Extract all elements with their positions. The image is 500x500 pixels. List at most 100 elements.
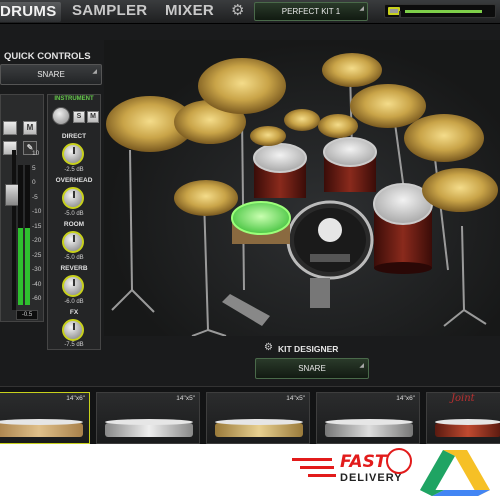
kit-preset-dropdown[interactable]: PERFECT KIT 1 ◢	[254, 2, 368, 21]
fader-scale-label: -15	[32, 222, 42, 230]
snare-slot-size: 14"x6"	[396, 395, 415, 402]
top-nav-bar: DRUMS SAMPLER MIXER ⚙ PERFECT KIT 1 ◢	[0, 0, 500, 24]
snare-drum-selected[interactable]	[231, 201, 291, 244]
knob-label-overhead: OVERHEAD	[55, 177, 93, 184]
knob-label-reverb: REVERB	[60, 265, 88, 272]
fader-scale-label: -20	[32, 237, 42, 244]
rack-tom-1[interactable]	[253, 143, 307, 198]
china-cymbal-top[interactable]	[322, 53, 382, 87]
snare-brand-logo: Joint	[451, 393, 475, 404]
instrument-knob[interactable]	[52, 107, 70, 125]
fader-scale-label: -10	[32, 208, 42, 215]
stopwatch-icon	[386, 448, 412, 474]
tab-sampler[interactable]: SAMPLER	[72, 2, 147, 22]
floor-tom[interactable]	[373, 183, 433, 274]
fast-label: FAST	[340, 452, 387, 472]
google-drive-icon	[420, 450, 490, 496]
kick-logo-icon	[318, 218, 342, 242]
fader-track	[12, 150, 16, 310]
tab-drums[interactable]: DRUMS	[0, 2, 61, 22]
volume-level-fill	[405, 10, 483, 13]
snare-slot-size: 14"x6"	[66, 395, 85, 402]
snare-thumbnail	[105, 423, 193, 437]
snare-slot-4[interactable]: 14"x6"	[316, 392, 420, 444]
snare-head-thumbnail	[325, 419, 413, 425]
fader-scale-label: -5	[32, 193, 38, 201]
speed-line	[300, 466, 334, 469]
quick-controls-selected: SNARE	[37, 70, 65, 79]
chevron-down-icon: ◢	[359, 6, 364, 12]
splash-cymbal-1[interactable]	[250, 126, 286, 146]
snare-slot-size: 14"x5"	[176, 395, 195, 402]
channel-mute-button[interactable]: M	[23, 121, 37, 135]
drum-kit-stage	[104, 40, 500, 337]
mute-button[interactable]: M	[87, 111, 99, 123]
fader-scale-label: -60	[32, 295, 42, 302]
delivery-label: DELIVERY	[340, 472, 403, 484]
channel-button-left[interactable]	[3, 121, 17, 135]
chevron-down-icon: ◢	[359, 363, 364, 369]
fader-scale-label: 10	[32, 150, 40, 157]
snare-head-thumbnail	[215, 419, 303, 425]
snare-thumbnail	[215, 423, 303, 437]
crash-cymbal-right-2[interactable]	[404, 114, 484, 162]
volume-slider-handle[interactable]	[388, 7, 401, 18]
chevron-down-icon: ◢	[92, 69, 97, 75]
snare-head-thumbnail	[105, 419, 193, 425]
solo-button[interactable]: S	[73, 111, 85, 123]
snare-slot-2[interactable]: 14"x5"	[96, 392, 200, 444]
overhead-knob[interactable]	[62, 187, 84, 209]
fader-handle[interactable]	[5, 184, 19, 206]
room-value: -5.0 dB	[64, 255, 84, 261]
room-knob[interactable]	[62, 231, 84, 253]
fx-knob[interactable]	[62, 319, 84, 341]
rack-tom-2[interactable]	[323, 137, 377, 192]
kit-designer-selected: SNARE	[298, 364, 326, 373]
instrument-label: INSTRUMENT	[54, 96, 94, 102]
gear-icon[interactable]: ⚙	[231, 3, 247, 19]
knob-label-fx: FX	[69, 309, 79, 316]
splash-cymbal-3[interactable]	[318, 114, 358, 138]
snare-slot-5[interactable]: Joint	[426, 392, 500, 444]
knob-label-direct: DIRECT	[61, 133, 87, 140]
snare-slot-3[interactable]: 14"x5"	[206, 392, 310, 444]
snare-thumbnail	[435, 423, 500, 437]
snare-head-thumbnail	[435, 419, 500, 425]
kick-drum[interactable]	[286, 200, 374, 280]
ride-cymbal[interactable]	[198, 58, 286, 114]
drum-kit-illustration	[106, 53, 498, 337]
fader-scale-label: -30	[32, 266, 42, 273]
kit-designer-dropdown[interactable]: SNARE ◢	[255, 358, 369, 379]
kit-designer-title: KIT DESIGNER	[278, 344, 339, 354]
hihat-pedal[interactable]	[222, 294, 270, 326]
meter-fill	[18, 228, 23, 305]
reverb-knob[interactable]	[62, 275, 84, 297]
meter-fill	[25, 228, 30, 305]
direct-knob[interactable]	[62, 143, 84, 165]
snare-thumbnail	[325, 423, 413, 437]
tab-mixer[interactable]: MIXER	[165, 2, 214, 22]
splash-cymbal-2[interactable]	[284, 109, 320, 131]
quick-controls-instrument-dropdown[interactable]: SNARE ◢	[0, 64, 102, 85]
overhead-value: -5.0 dB	[64, 211, 84, 217]
crash-cymbal-right-3[interactable]	[422, 168, 498, 212]
crash-cymbal-right-1[interactable]	[350, 84, 426, 128]
fx-value: -7.5 dB	[64, 342, 84, 348]
snare-slot-1[interactable]: 14"x6"	[0, 392, 90, 444]
snare-slot-size: 14"x5"	[286, 395, 305, 402]
kit-preset-label: PERFECT KIT 1	[281, 7, 341, 16]
snare-thumbnail	[0, 423, 83, 437]
level-meter-right	[25, 165, 30, 305]
kick-badge-icon	[310, 254, 350, 262]
hihat-cymbal[interactable]	[174, 180, 238, 216]
fader-scale-label: -40	[32, 280, 42, 288]
fader-scale-label: 5	[32, 164, 36, 172]
kick-pedal[interactable]	[310, 278, 330, 308]
reverb-value: -6.0 dB	[64, 299, 84, 305]
fader-scale-label: -25	[32, 251, 42, 259]
gear-icon[interactable]: ⚙	[264, 342, 273, 353]
fader-value-readout: -0.5	[16, 310, 38, 320]
master-volume-slider[interactable]	[384, 4, 496, 18]
knob-label-room: ROOM	[63, 221, 85, 228]
instrument-panel: INSTRUMENT S M DIRECT -2.5 dB OVERHEAD -…	[47, 94, 101, 350]
